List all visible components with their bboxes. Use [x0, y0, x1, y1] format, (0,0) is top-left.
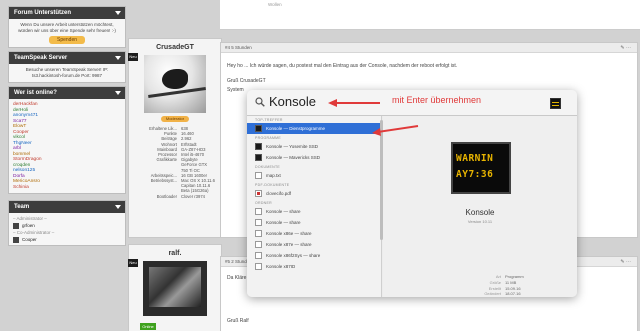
- collapse-icon[interactable]: [115, 204, 121, 209]
- category-label: TOP-TREFFER: [255, 118, 283, 122]
- author-stat-row: Bootloader Clover r3974: [141, 194, 215, 199]
- result-item[interactable]: Konsole x86e — share: [247, 228, 381, 239]
- collapse-icon[interactable]: [115, 55, 121, 60]
- support-forum-box: Forum Unterstützen Wenn Du unsere Arbeit…: [8, 6, 126, 48]
- post-author-name[interactable]: CrusadeGT: [129, 44, 221, 51]
- folder-icon: [255, 252, 262, 259]
- team-member[interactable]: Cooper: [13, 236, 121, 243]
- team-header[interactable]: Team: [9, 201, 125, 213]
- folder-icon: [255, 263, 262, 270]
- search-icon: [255, 97, 265, 107]
- support-forum-text: Wenn Du unsere Arbeit unterstützen möcht…: [18, 22, 116, 33]
- avatar: [13, 236, 19, 243]
- folder-icon: [255, 208, 262, 215]
- teamspeak-box: TeamSpeak Server Besuche unseren TeamSpe…: [8, 51, 126, 83]
- forum-sidebar: Forum Unterstützen Wenn Du unsere Arbeit…: [8, 6, 126, 249]
- team-title: Team: [14, 204, 30, 210]
- avatar[interactable]: [143, 261, 207, 316]
- online-status-badge: Neu: [128, 259, 138, 267]
- result-item[interactable]: Konsole x86f2Sys — share: [247, 250, 381, 261]
- folder-icon: [255, 241, 262, 248]
- team-member[interactable]: grfoen: [13, 222, 121, 229]
- spotlight-window: Konsole TOP-TREFFER Konsole — Dienstprog…: [247, 90, 577, 297]
- terminal-icon: [255, 154, 262, 161]
- preview-version: Version 10.11: [467, 219, 493, 224]
- online-user-link[interactable]: Schinia: [13, 185, 121, 191]
- post-tools-icon[interactable]: ✎ ⋯: [620, 45, 631, 51]
- document-icon: [255, 172, 262, 179]
- avatar: [13, 222, 19, 229]
- result-item[interactable]: Konsole — share: [247, 206, 381, 217]
- folder-icon: [255, 219, 262, 226]
- donate-button[interactable]: Spenden: [48, 36, 86, 44]
- preview-title: Konsole: [465, 208, 495, 217]
- post-author-name[interactable]: ralf.: [129, 250, 221, 257]
- collapse-icon[interactable]: [115, 10, 121, 15]
- avatar[interactable]: [144, 55, 206, 113]
- online-status-tag: Online: [140, 323, 156, 330]
- previous-post-text: Wollen: [268, 2, 282, 7]
- online-user-list: derHackfan derHoli anonym471 Sca77 ElowT Coop…: [9, 99, 125, 193]
- post-header: #4 5 Stunden ✎ ⋯: [221, 43, 637, 53]
- teamspeak-title: TeamSpeak Server: [14, 55, 68, 61]
- pdf-icon: [255, 190, 262, 197]
- category-label: DOKUMENTE: [255, 165, 281, 169]
- post-author-panel: Neu CrusadeGT Moderator Erhaltene Lik...…: [128, 38, 222, 238]
- preview-meta-row: Geändert 18.07.16: [484, 291, 521, 297]
- team-group-label: – Administrator –: [13, 216, 47, 221]
- result-item[interactable]: Konsole x87e — share: [247, 239, 381, 250]
- team-group-label: – Co-Administrator –: [13, 230, 55, 235]
- category-label: PDF-DOKUMENTE: [255, 183, 290, 187]
- result-item[interactable]: Konsole x87ID: [247, 261, 381, 272]
- result-item[interactable]: map.txt: [247, 170, 381, 181]
- support-forum-header[interactable]: Forum Unterstützen: [9, 7, 125, 19]
- collapse-icon[interactable]: [115, 90, 121, 95]
- result-item[interactable]: Konsole — Yosemite SSD: [247, 141, 381, 152]
- teamspeak-header[interactable]: TeamSpeak Server: [9, 52, 125, 64]
- result-item-selected[interactable]: Konsole — Dienstprogramme: [247, 123, 381, 134]
- who-is-online-box: Wer ist online? derHackfan derHoli anonym4…: [8, 86, 126, 194]
- annotation-label: mit Enter übernehmen: [392, 95, 482, 105]
- terminal-icon: [255, 125, 262, 132]
- who-is-online-title: Wer ist online?: [14, 90, 57, 96]
- terminal-app-icon: [550, 98, 561, 109]
- post-tools-icon[interactable]: ✎ ⋯: [620, 259, 631, 265]
- spotlight-results-list: TOP-TREFFER Konsole — Dienstprogramme PR…: [247, 116, 382, 297]
- terminal-icon: [255, 143, 262, 150]
- spotlight-preview-pane: WARNIN AY7:36 Konsole Version 10.11 Art P…: [383, 116, 577, 297]
- result-item[interactable]: clovecifo.pdf: [247, 188, 381, 199]
- post-timestamp[interactable]: #4 5 Stunden: [225, 45, 252, 50]
- previous-post-tail: Wollen: [220, 0, 640, 30]
- category-label: ORDNER: [255, 201, 272, 205]
- post-signature: Gruß Ralf: [227, 318, 249, 324]
- author-stat-key: Bootloader: [156, 193, 177, 199]
- author-stats: Erhaltene Lik... 638 Punkte 16.460 Beiträge 2…: [129, 122, 221, 199]
- result-item[interactable]: Konsole — share: [247, 217, 381, 228]
- post-body-text: Hey ho ... Ich würde sagen, du postest m…: [227, 63, 458, 69]
- teamspeak-text: Besuche unseren TeamSpeak Server! IP: ts…: [25, 67, 109, 78]
- preview-metadata: Art Programm Größe 11 MB Erstellt 15.09.16 Geä…: [471, 274, 523, 297]
- who-is-online-header[interactable]: Wer ist online?: [9, 87, 125, 99]
- team-box: Team – Administrator – grfoen – Co-Admin…: [8, 200, 126, 246]
- spotlight-search-input[interactable]: Konsole: [269, 94, 316, 109]
- support-forum-title: Forum Unterstützen: [14, 10, 71, 16]
- category-label: PROGRAMME: [255, 136, 282, 140]
- author-stat-value: Clover r3974: [181, 193, 205, 199]
- console-app-icon: WARNIN AY7:36: [451, 142, 511, 194]
- post-signature: Gruß CrusadeGT: [227, 78, 266, 84]
- post-author-panel: Neu ralf.: [128, 244, 222, 331]
- result-item[interactable]: Konsole — Mavericks SSD: [247, 152, 381, 163]
- online-status-badge: Neu: [128, 53, 138, 61]
- folder-icon: [255, 230, 262, 237]
